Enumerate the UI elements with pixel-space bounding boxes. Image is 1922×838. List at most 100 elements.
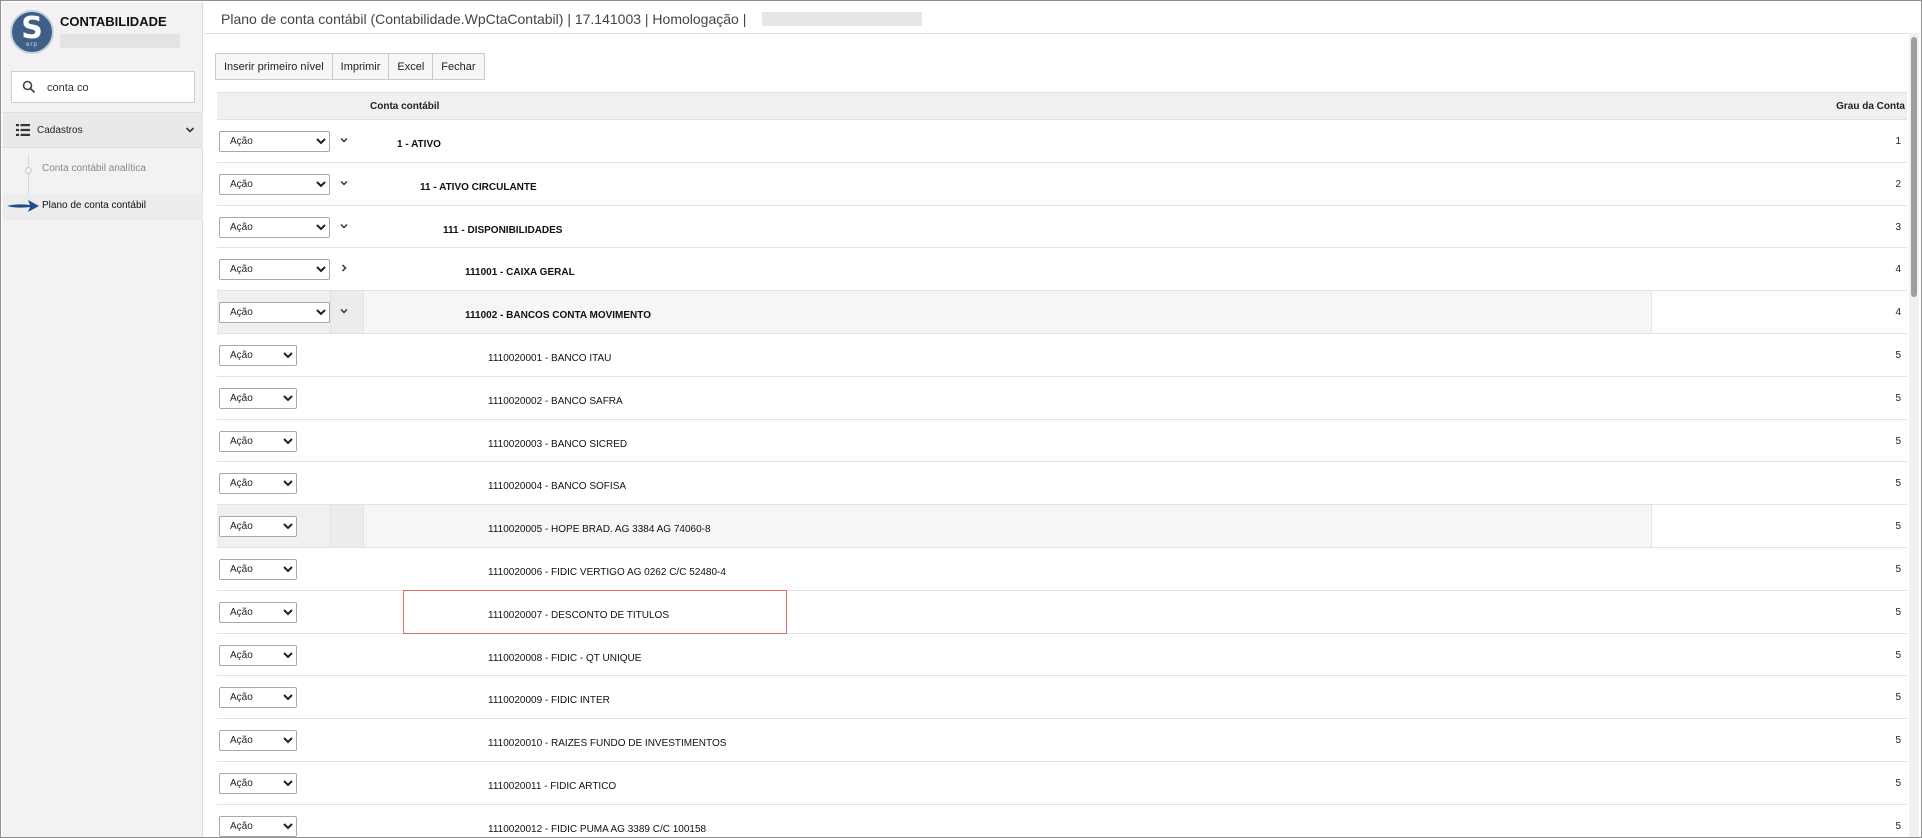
account-name[interactable]: 1110020010 - RAIZES FUNDO DE INVESTIMENT…: [488, 738, 726, 749]
table-row: Ação 1110020002 - BANCO SAFRA 5: [217, 377, 1907, 420]
redacted-title-part: [762, 12, 922, 26]
table-row: Ação 1110020012 - FIDIC PUMA AG 3389 C/C …: [217, 805, 1907, 837]
action-select[interactable]: Ação: [219, 173, 330, 195]
action-select[interactable]: Ação: [219, 302, 330, 324]
arrow-right-icon: [7, 200, 39, 212]
sidebar-item-conta-analitica[interactable]: Conta contábil analítica: [42, 163, 146, 174]
chevron-down-icon: [185, 127, 195, 133]
action-select[interactable]: Ação: [219, 644, 297, 666]
account-name[interactable]: 111002 - BANCOS CONTA MOVIMENTO: [465, 310, 651, 321]
action-select[interactable]: Ação: [219, 687, 297, 709]
account-name[interactable]: 1110020009 - FIDIC INTER: [488, 695, 610, 706]
highlight-box: [403, 590, 787, 634]
nav-section-label: Cadastros: [37, 125, 83, 136]
excel-button[interactable]: Excel: [388, 53, 434, 80]
nav-section-cadastros[interactable]: Cadastros: [3, 112, 203, 148]
account-name[interactable]: 1110020004 - BANCO SOFISA: [488, 481, 626, 492]
grid-header: Conta contábil Grau da Conta: [217, 92, 1907, 120]
chevron-right-icon[interactable]: [339, 263, 349, 273]
app-title: CONTABILIDADE: [60, 14, 167, 29]
account-name[interactable]: 1110020011 - FIDIC ARTICO: [488, 781, 616, 792]
search-input[interactable]: [47, 78, 187, 98]
toolbar: Inserir primeiro nível Imprimir Excel Fe…: [215, 53, 485, 80]
account-grau: 5: [1895, 649, 1901, 661]
action-select[interactable]: Ação: [219, 344, 297, 366]
action-select[interactable]: Ação: [219, 430, 297, 452]
account-name[interactable]: 1 - ATIVO: [397, 139, 441, 150]
account-name[interactable]: 1110020005 - HOPE BRAD. AG 3384 AG 74060…: [488, 524, 711, 535]
action-select[interactable]: Ação: [219, 516, 297, 538]
scrollbar-thumb[interactable]: [1911, 37, 1917, 297]
action-select[interactable]: Ação: [219, 131, 330, 152]
account-grau: 3: [1895, 221, 1901, 233]
column-header-account[interactable]: Conta contábil: [370, 101, 439, 112]
account-grau: 4: [1895, 307, 1901, 319]
account-grau: 1: [1895, 136, 1901, 147]
table-row: Ação 111002 - BANCOS CONTA MOVIMENTO 4: [217, 291, 1907, 334]
app-window: S erp CONTABILIDADE Cadastros Cont: [0, 0, 1922, 838]
action-select[interactable]: Ação: [219, 815, 297, 837]
account-name[interactable]: 1110020003 - BANCO SICRED: [488, 439, 627, 450]
action-select[interactable]: Ação: [219, 216, 330, 238]
account-grau: 5: [1895, 563, 1901, 575]
accounts-grid: Conta contábil Grau da Conta Ação 1 - ATI…: [217, 92, 1907, 837]
table-row: Ação 1110020005 - HOPE BRAD. AG 3384 AG 7…: [217, 505, 1907, 548]
chevron-down-icon[interactable]: [339, 178, 349, 188]
grid-body: Ação 1 - ATIVO 1 Ação 11 - ATIVO CIRCULANTE 2…: [217, 120, 1907, 837]
table-row: Ação 1110020001 - BANCO ITAU 5: [217, 334, 1907, 377]
main-content: Plano de conta contábil (Contabilidade.W…: [204, 2, 1920, 837]
chevron-down-icon[interactable]: [339, 306, 349, 316]
account-grau: 5: [1895, 735, 1901, 747]
table-row: Ação 11 - ATIVO CIRCULANTE 2: [217, 163, 1907, 206]
insert-first-level-button[interactable]: Inserir primeiro nível: [215, 53, 333, 80]
account-name[interactable]: 111001 - CAIXA GERAL: [465, 267, 575, 278]
account-name[interactable]: 1110020002 - BANCO SAFRA: [488, 396, 623, 407]
print-button[interactable]: Imprimir: [331, 53, 390, 80]
action-select[interactable]: Ação: [219, 473, 297, 495]
account-name[interactable]: 1110020006 - FIDIC VERTIGO AG 0262 C/C 5…: [488, 567, 726, 578]
action-select[interactable]: Ação: [219, 387, 297, 409]
sidebar-item-plano-conta[interactable]: Plano de conta contábil: [42, 200, 146, 211]
logo: S erp: [10, 10, 54, 54]
table-row: Ação 1110020011 - FIDIC ARTICO 5: [217, 762, 1907, 805]
search-box[interactable]: [11, 71, 195, 103]
account-name[interactable]: 1110020001 - BANCO ITAU: [488, 353, 611, 364]
account-grau: 5: [1895, 435, 1901, 447]
chevron-down-icon[interactable]: [339, 135, 349, 145]
table-row: Ação 1110020003 - BANCO SICRED 5: [217, 420, 1907, 463]
row-cell-bg: [1651, 291, 1907, 333]
table-row: Ação 1110020010 - RAIZES FUNDO DE INVESTI…: [217, 719, 1907, 762]
action-select[interactable]: Ação: [219, 730, 297, 752]
redacted-subtitle: [60, 34, 180, 48]
table-row: Ação 1110020009 - FIDIC INTER 5: [217, 676, 1907, 720]
row-cell-bg: [1651, 505, 1907, 547]
table-row: Ação 1 - ATIVO 1: [217, 120, 1907, 163]
account-grau: 2: [1895, 178, 1901, 190]
account-grau: 5: [1895, 392, 1901, 404]
logo-sub: erp: [26, 42, 38, 48]
action-select[interactable]: Ação: [219, 772, 297, 794]
action-select[interactable]: Ação: [219, 558, 297, 580]
vertical-scrollbar[interactable]: [1909, 33, 1919, 837]
account-grau: 5: [1895, 478, 1901, 490]
account-grau: 5: [1895, 521, 1901, 533]
account-name[interactable]: 1110020008 - FIDIC - QT UNIQUE: [488, 653, 641, 664]
action-select[interactable]: Ação: [219, 259, 330, 281]
account-name[interactable]: 111 - DISPONIBILIDADES: [443, 225, 562, 236]
account-grau: 5: [1895, 777, 1901, 789]
account-name[interactable]: 11 - ATIVO CIRCULANTE: [420, 182, 537, 193]
close-button[interactable]: Fechar: [432, 53, 485, 80]
account-grau: 5: [1895, 820, 1901, 832]
column-header-grau[interactable]: Grau da Conta: [1836, 101, 1905, 112]
table-row: Ação 111 - DISPONIBILIDADES 3: [217, 206, 1907, 249]
list-icon: [16, 124, 30, 136]
action-select[interactable]: Ação: [219, 601, 297, 623]
account-name[interactable]: 1110020012 - FIDIC PUMA AG 3389 C/C 1001…: [488, 824, 706, 835]
tree-node-dot: [25, 167, 32, 174]
table-row: Ação 1110020008 - FIDIC - QT UNIQUE 5: [217, 634, 1907, 677]
account-grau: 4: [1895, 264, 1901, 276]
title-bar: Plano de conta contábil (Contabilidade.W…: [204, 2, 1920, 34]
row-cell-bg: [330, 505, 364, 547]
account-grau: 5: [1895, 692, 1901, 704]
chevron-down-icon[interactable]: [339, 221, 349, 231]
